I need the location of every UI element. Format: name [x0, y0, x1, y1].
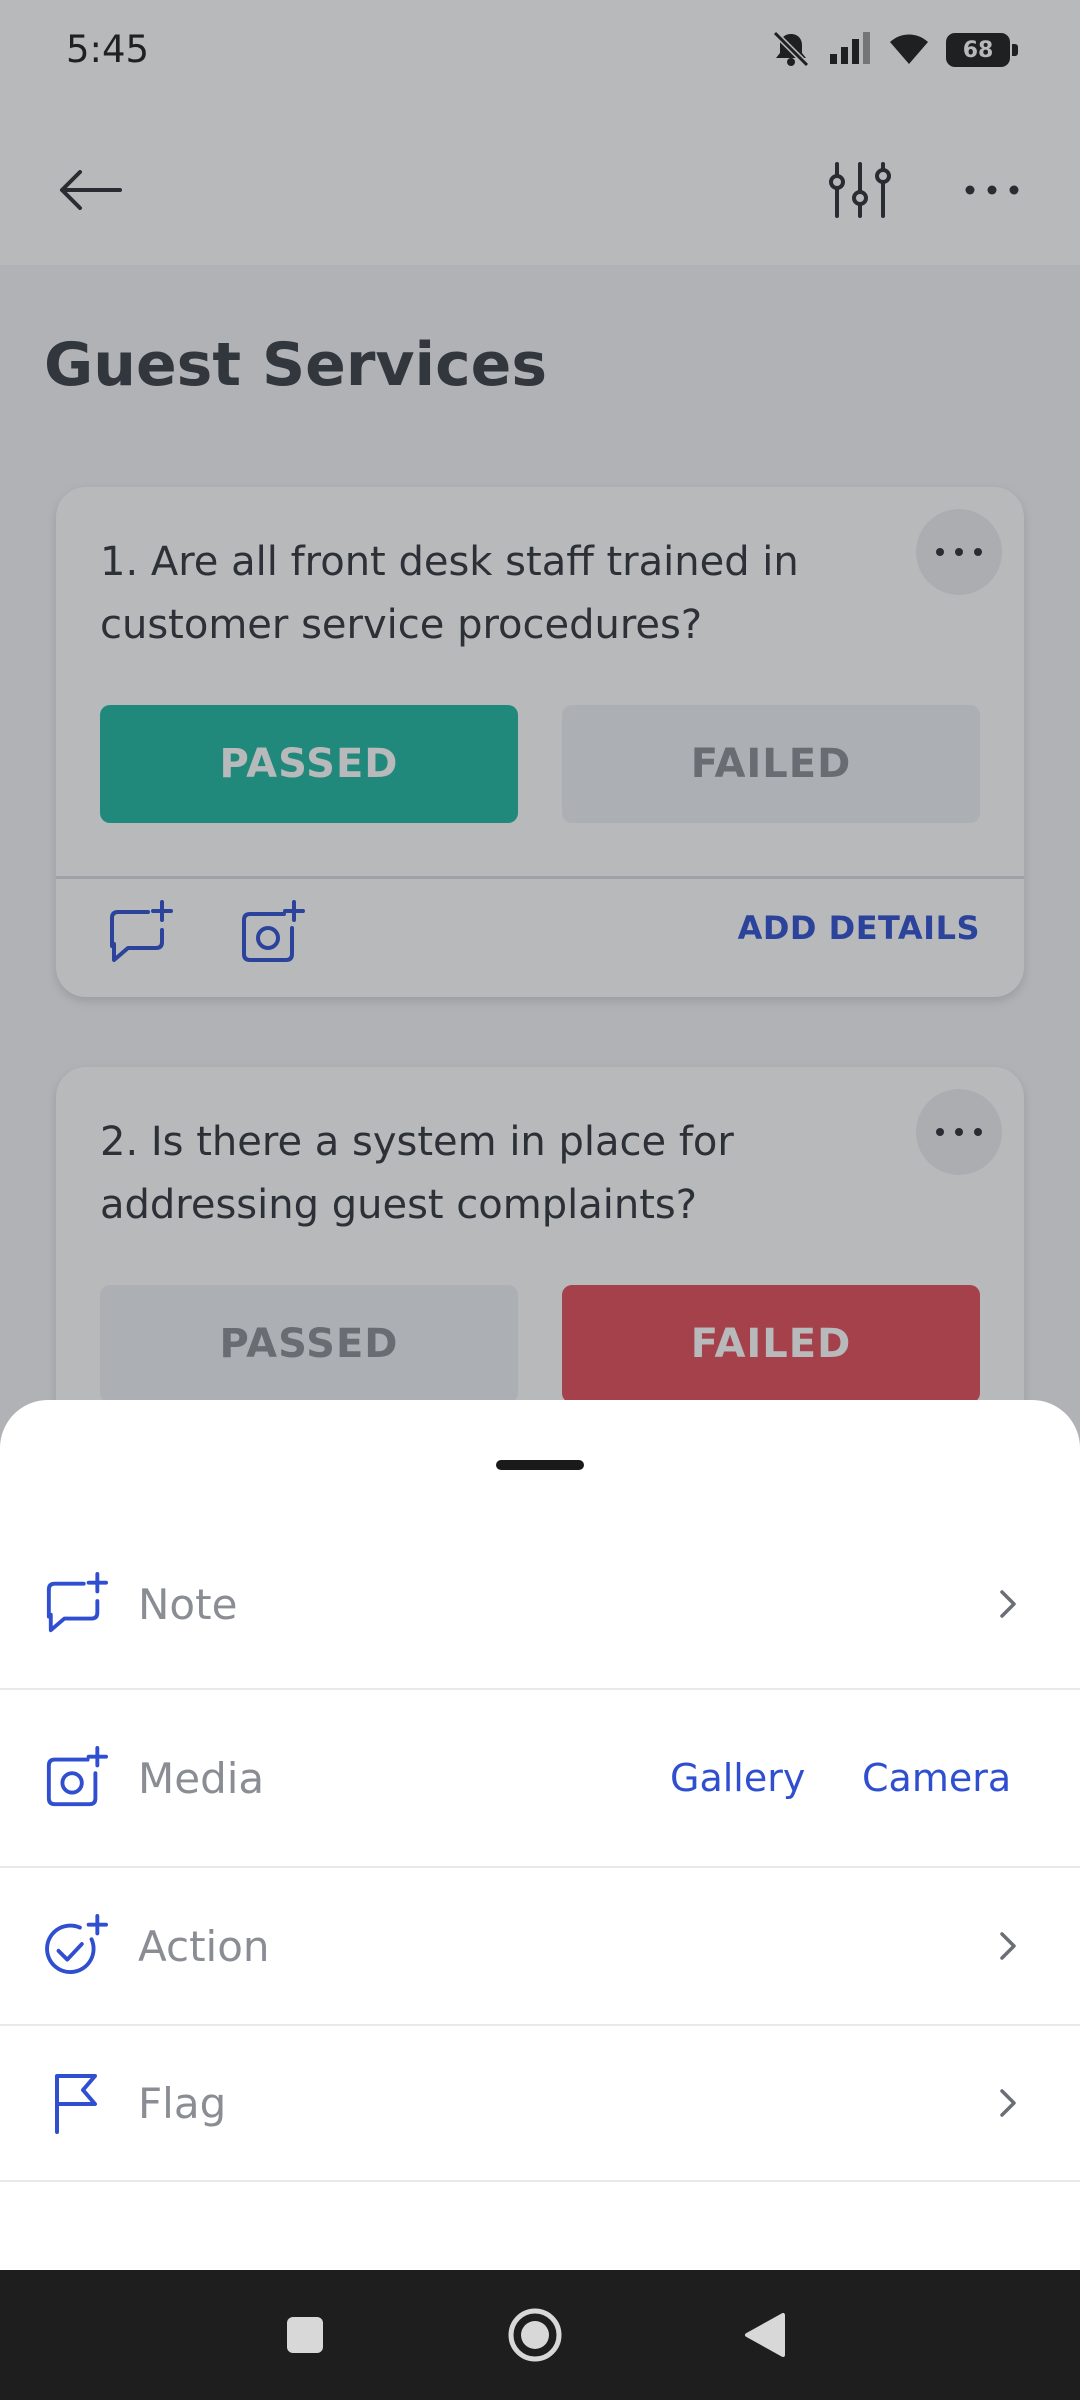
chevron-right-icon — [988, 1926, 1028, 1966]
recents-button[interactable] — [265, 2295, 345, 2375]
camera-add-icon — [38, 1740, 114, 1816]
gallery-link[interactable]: Gallery — [670, 1756, 805, 1800]
action-add-icon — [38, 1908, 114, 1984]
note-add-icon — [38, 1566, 114, 1642]
app-screen: 5:45 68 Guest Services 1. Are all front … — [0, 0, 1080, 2400]
sheet-drag-handle[interactable] — [496, 1460, 584, 1470]
sheet-item-note[interactable]: Note — [0, 1520, 1080, 1688]
sheet-item-label: Media — [138, 1753, 265, 1803]
sheet-divider — [0, 2180, 1080, 2182]
sheet-item-label: Note — [138, 1579, 238, 1629]
sheet-item-media: Media Gallery Camera — [0, 1690, 1080, 1866]
home-button[interactable] — [495, 2295, 575, 2375]
sheet-item-action[interactable]: Action — [0, 1868, 1080, 2024]
square-icon — [287, 2317, 323, 2353]
camera-link[interactable]: Camera — [862, 1756, 1011, 1800]
chevron-right-icon — [988, 2083, 1028, 2123]
flag-icon — [38, 2065, 114, 2141]
bottom-sheet: Note Media Gallery Camera Action Flag — [0, 1400, 1080, 2270]
circle-home-icon — [508, 2308, 562, 2362]
chevron-right-icon — [988, 1584, 1028, 1624]
system-nav-bar — [0, 2270, 1080, 2400]
sheet-item-label: Flag — [138, 2078, 227, 2128]
back-nav-button[interactable] — [725, 2295, 805, 2375]
sheet-item-flag[interactable]: Flag — [0, 2026, 1080, 2180]
sheet-item-label: Action — [138, 1921, 270, 1971]
triangle-back-icon — [745, 2313, 785, 2357]
